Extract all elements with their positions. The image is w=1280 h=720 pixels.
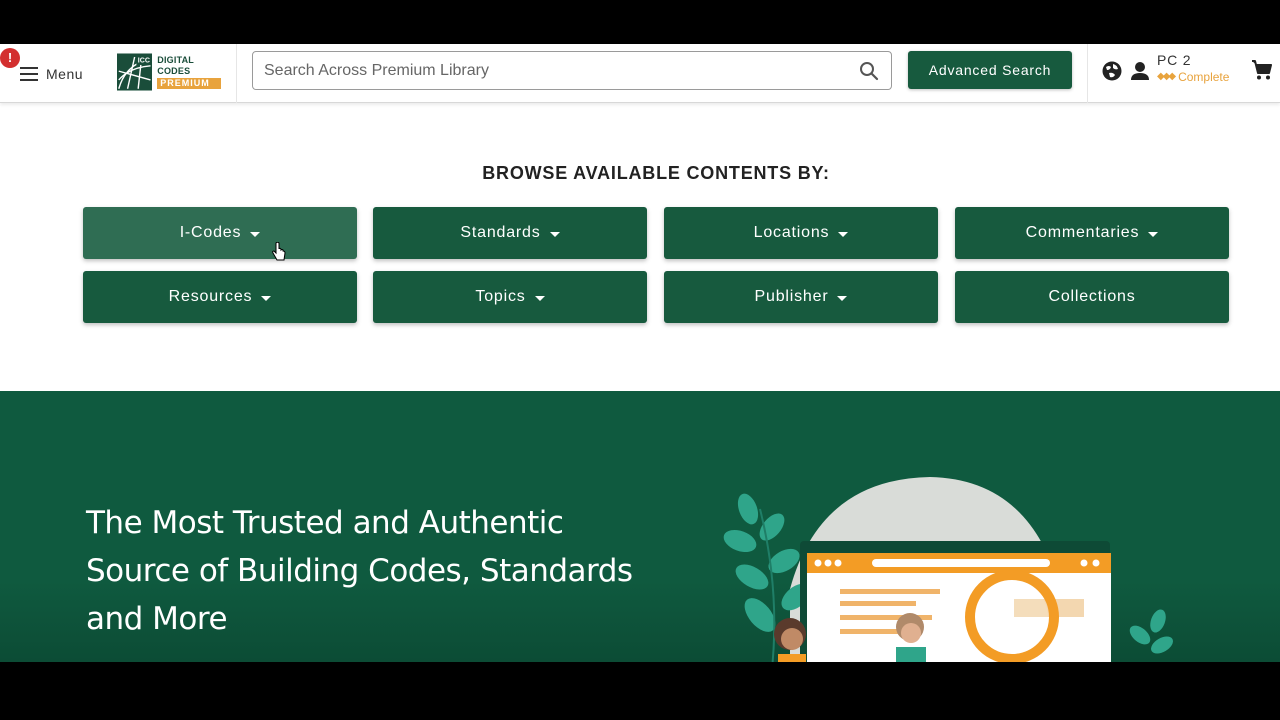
category-label: Standards xyxy=(460,224,541,241)
logo-line-1: DIGITAL CODES xyxy=(157,55,194,76)
svg-text:ICC: ICC xyxy=(138,58,150,65)
hero-heading-line: Source of Building Codes, Standards xyxy=(86,553,633,589)
caret-down-icon xyxy=(549,231,560,237)
search-icon[interactable] xyxy=(859,61,879,81)
notification-badge[interactable]: ! xyxy=(0,48,20,68)
video-frame: ! Menu ICC DIGITAL CODES PREMIUM Search … xyxy=(0,0,1280,720)
commentaries-button[interactable]: Commentaries xyxy=(955,207,1229,259)
caret-down-icon xyxy=(838,231,849,237)
logo-line-2: PREMIUM xyxy=(157,78,221,89)
category-label: Locations xyxy=(753,224,830,241)
menu-label: Menu xyxy=(46,66,84,82)
category-label: Publisher xyxy=(754,288,829,305)
account-info[interactable]: PC 2 ◆◆◆ Complete xyxy=(1157,52,1229,85)
account-tier-label: Complete xyxy=(1178,70,1230,84)
top-header: ! Menu ICC DIGITAL CODES PREMIUM Search … xyxy=(0,44,1280,103)
globe-icon[interactable] xyxy=(1101,60,1123,82)
resources-button[interactable]: Resources xyxy=(83,271,357,323)
caret-down-icon xyxy=(250,231,261,237)
collections-button[interactable]: Collections xyxy=(955,271,1229,323)
account-tier: ◆◆◆ Complete xyxy=(1157,69,1229,85)
i-codes-button[interactable]: I-Codes xyxy=(83,207,357,259)
hero-heading-line: and More xyxy=(86,601,228,637)
browse-title: BROWSE AVAILABLE CONTENTS BY: xyxy=(482,163,830,183)
browser-viewport: ! Menu ICC DIGITAL CODES PREMIUM Search … xyxy=(0,44,1280,662)
icc-logo-icon: ICC xyxy=(117,53,153,91)
locations-button[interactable]: Locations xyxy=(664,207,938,259)
hero-section: The Most Trusted and Authentic Source of… xyxy=(0,391,1280,662)
caret-down-icon xyxy=(534,295,545,301)
menu-button[interactable]: Menu xyxy=(20,62,83,86)
publisher-button[interactable]: Publisher xyxy=(664,271,938,323)
advanced-search-button[interactable]: Advanced Search xyxy=(908,51,1072,89)
search-input[interactable] xyxy=(253,52,833,89)
diamond-icon: ◆◆◆ xyxy=(1157,71,1176,82)
header-divider xyxy=(1087,44,1088,103)
category-label: Topics xyxy=(475,288,526,305)
mouse-pointer-icon xyxy=(272,242,286,261)
digital-codes-premium-logo[interactable]: ICC DIGITAL CODES PREMIUM xyxy=(117,50,221,94)
topics-button[interactable]: Topics xyxy=(373,271,647,323)
caret-down-icon xyxy=(1148,231,1159,237)
search-bar[interactable] xyxy=(252,51,892,90)
user-icon[interactable] xyxy=(1130,60,1150,82)
hamburger-icon xyxy=(20,67,38,81)
header-divider xyxy=(236,44,237,103)
logo-text: DIGITAL CODES PREMIUM xyxy=(157,55,221,89)
caret-down-icon xyxy=(261,295,272,301)
category-label: Commentaries xyxy=(1025,224,1140,241)
account-name: PC 2 xyxy=(1157,52,1192,68)
standards-button[interactable]: Standards xyxy=(373,207,647,259)
hero-heading: The Most Trusted and Authentic Source of… xyxy=(86,499,646,643)
category-label: Collections xyxy=(1048,288,1136,305)
library-illustration xyxy=(723,477,1173,662)
category-label: Resources xyxy=(168,288,253,305)
category-label: I-Codes xyxy=(179,224,242,241)
hero-heading-line: The Most Trusted and Authentic xyxy=(86,505,564,541)
cart-icon[interactable] xyxy=(1251,59,1273,81)
caret-down-icon xyxy=(837,295,848,301)
